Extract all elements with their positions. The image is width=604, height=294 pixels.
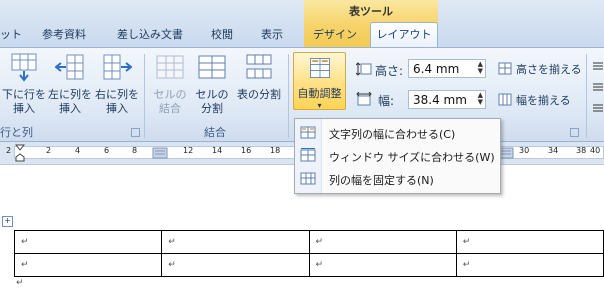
insert-row-below-icon: [11, 53, 37, 82]
row-height-icon: [356, 62, 372, 76]
group-separator: [586, 54, 587, 138]
merge-group-label: 結合: [204, 126, 226, 139]
table-cell[interactable]: ↵: [13, 230, 163, 254]
split-table-label: 表の分割: [237, 88, 281, 101]
table-move-handle-icon[interactable]: +: [2, 216, 13, 227]
table-cell[interactable]: ↵: [455, 230, 604, 254]
autofit-button[interactable]: 自動調整 ▾: [293, 52, 346, 110]
tab-insert[interactable]: ット: [0, 24, 22, 45]
insert-column-left-label-1: 左に列を: [48, 88, 92, 101]
tab-view[interactable]: 表示: [254, 24, 290, 45]
table-cell[interactable]: ↵: [455, 253, 604, 277]
distribute-columns-icon: [498, 93, 512, 106]
tab-layout[interactable]: レイアウト: [370, 22, 438, 49]
table-cell[interactable]: ↵: [161, 230, 310, 254]
rows-columns-dialog-launcher[interactable]: [131, 128, 140, 137]
alignment-icons[interactable]: [592, 60, 604, 120]
merge-cells-icon: [156, 55, 184, 79]
document-table[interactable]: ↵ ↵ ↵ ↵ ↵ ↵ ↵ ↵: [13, 230, 604, 277]
row-height-value: 6.4 mm: [413, 62, 460, 76]
ruler-number: 40: [590, 146, 601, 155]
distribute-rows-label: 高さを揃える: [516, 63, 582, 76]
insert-column-right-icon: [103, 54, 133, 80]
group-separator: [288, 54, 289, 138]
distribute-columns-label: 幅を揃える: [516, 94, 571, 107]
table-tools-title: 表ツール: [349, 5, 393, 18]
ruler-number: 14: [212, 146, 223, 155]
group-separator: [144, 54, 145, 138]
split-cells-icon: [198, 55, 226, 79]
autofit-contents-icon: [300, 126, 316, 139]
ruler-number: 34: [548, 146, 559, 155]
ruler-number: 12: [183, 146, 194, 155]
tab-references[interactable]: 参考資料: [36, 24, 92, 45]
split-table-icon: [246, 54, 272, 79]
menu-item-label: 列の幅を固定する(N): [329, 174, 434, 187]
menu-item-label: 文字列の幅に合わせる(C): [329, 128, 456, 141]
merge-cells-label-2: 結合: [159, 102, 181, 115]
table-cell[interactable]: ↵: [161, 253, 310, 277]
menu-item-fixed-column-width[interactable]: 列の幅を固定する(N): [295, 168, 500, 190]
merge-cells-label-1: セルの: [153, 88, 187, 101]
ruler-number: 38: [576, 146, 587, 155]
ruler-number: 4: [75, 146, 81, 155]
split-cells-button[interactable]: セルの 分割: [192, 52, 232, 122]
split-cells-label-1: セルの: [195, 88, 229, 101]
fixed-column-width-icon: [300, 172, 316, 185]
height-label: 高さ:: [375, 64, 404, 78]
chevron-down-icon: ▾: [317, 101, 322, 110]
split-table-button[interactable]: 表の分割: [234, 52, 284, 122]
tab-mailings[interactable]: 差し込み文書: [110, 24, 190, 45]
merge-cells-button[interactable]: セルの 結合: [150, 52, 190, 122]
ruler-number: 18: [270, 146, 281, 155]
menu-item-autofit-window[interactable]: ウィンドウ サイズに合わせる(W): [295, 145, 500, 167]
row-height-spinner[interactable]: 6.4 mm ▲ ▼: [408, 59, 486, 78]
ruler-number: 8: [132, 146, 138, 155]
menu-item-label: ウィンドウ サイズに合わせる(W): [329, 151, 495, 164]
spin-arrows-icon[interactable]: ▲ ▼: [478, 92, 483, 106]
insert-column-right-label-2: 挿入: [106, 102, 128, 115]
table-cell[interactable]: ↵: [308, 230, 457, 254]
autofit-icon: [309, 58, 330, 78]
cell-size-dialog-launcher[interactable]: [570, 128, 579, 137]
paragraph-mark: ↵: [16, 278, 24, 288]
tab-review[interactable]: 校閲: [204, 24, 240, 45]
split-cells-label-2: 分割: [201, 102, 223, 115]
ruler-number: 30: [519, 146, 530, 155]
ribbon-tab-bar: 表ツール ット 参考資料 差し込み文書 校閲 表示 デザイン レイアウト: [0, 0, 604, 49]
rows-columns-group-label: 行と列: [0, 126, 33, 139]
distribute-rows-icon: [498, 62, 512, 75]
spin-arrows-icon[interactable]: ▲ ▼: [478, 61, 483, 75]
width-label: 幅:: [378, 94, 395, 108]
insert-column-right-button[interactable]: 右に列を 挿入: [94, 52, 140, 122]
autofit-window-icon: [300, 148, 316, 162]
autofit-menu: 文字列の幅に合わせる(C) ウィンドウ サイズに合わせる(W) 列の幅を固定する…: [294, 118, 501, 194]
column-width-value: 38.4 mm: [413, 93, 467, 107]
ruler-number: 2: [6, 146, 12, 155]
tab-design[interactable]: デザイン: [310, 24, 360, 45]
ruler-number: 2: [46, 146, 52, 155]
insert-row-below-label-1: 下に行を: [2, 88, 46, 101]
insert-row-below-label-2: 挿入: [13, 102, 35, 115]
column-width-icon: [356, 92, 372, 106]
menu-item-autofit-contents[interactable]: 文字列の幅に合わせる(C): [295, 122, 500, 144]
insert-column-left-icon: [54, 54, 84, 80]
column-width-spinner[interactable]: 38.4 mm ▲ ▼: [408, 90, 486, 109]
insert-column-left-button[interactable]: 左に列を 挿入: [48, 52, 92, 122]
insert-column-right-label-1: 右に列を: [95, 88, 139, 101]
table-cell[interactable]: ↵: [308, 253, 457, 277]
ruler-number: 6: [104, 146, 110, 155]
ruler-number: 16: [241, 146, 252, 155]
table-row: ↵ ↵ ↵ ↵: [13, 253, 604, 277]
column-marker-icon[interactable]: [152, 147, 168, 159]
insert-column-left-label-2: 挿入: [59, 102, 81, 115]
indent-marker-icon[interactable]: [15, 144, 25, 162]
table-row: ↵ ↵ ↵ ↵: [13, 230, 604, 254]
insert-row-below-button[interactable]: 下に行を 挿入: [2, 52, 46, 122]
table-cell[interactable]: ↵: [13, 253, 163, 277]
autofit-label: 自動調整: [297, 87, 342, 100]
